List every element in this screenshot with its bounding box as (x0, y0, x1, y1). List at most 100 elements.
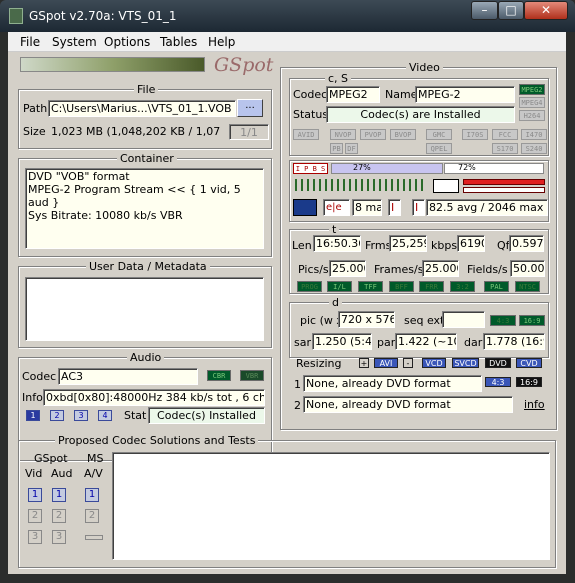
qpel-flag: QPEL (426, 143, 452, 154)
par-label: par (377, 336, 396, 349)
path-field[interactable]: C:\Users\Marius...\VTS_01_1.VOB (48, 100, 236, 117)
frame-type-ticks (295, 179, 427, 191)
audio-stream-4[interactable]: 4 (98, 410, 112, 421)
ratio-169-tag: 16:9 (519, 315, 545, 326)
ratio-43-tag: 4:3 (490, 315, 516, 326)
pics-label: Pics/s (298, 263, 329, 276)
mpeg2-tag: MPEG2 (519, 84, 545, 95)
container-line-2: MPEG-2 Program Stream << { 1 vid, 5 aud … (28, 183, 241, 209)
audio-stat-label: Stat (124, 409, 147, 422)
audio-stream-1[interactable]: 1 (26, 410, 40, 421)
pct-1-label: 27% (353, 163, 371, 172)
seq-ext-field (442, 311, 485, 328)
userdata-box (25, 277, 264, 341)
path-label: Path (23, 102, 48, 115)
resize-dvd-button[interactable]: DVD (485, 358, 511, 368)
file-group-title: File (134, 83, 159, 96)
resize-cvd-button[interactable]: CVD (516, 358, 542, 368)
mpeg4-tag: MPEG4 (519, 97, 545, 108)
video-status-label: Status (293, 108, 329, 121)
aud-row-1[interactable]: 1 (52, 488, 66, 502)
pic-field: 720 x 576 (338, 311, 395, 328)
vid-row-1[interactable]: 1 (28, 488, 42, 502)
bitrate-sep-2: I (412, 199, 425, 216)
bitrate-graph-icon[interactable] (293, 199, 317, 216)
pct-bar-1 (331, 163, 443, 174)
bitrate-sep-1: I (388, 199, 401, 216)
vbr-tag: VBR (240, 370, 264, 381)
audio-info-field: 0xbd[0x80]:48000Hz 384 kb/s tot , 6 chnl… (43, 389, 265, 406)
video-group-title: Video (406, 61, 443, 74)
resize-1-label: 1 (294, 378, 301, 391)
len-field: 16:50.360 (313, 235, 361, 252)
pvop-flag: PVOP (360, 129, 386, 140)
menu-options[interactable]: Options (104, 35, 150, 49)
proposed-results-box (112, 452, 550, 560)
playhead-icon (433, 179, 459, 193)
cbr-tag: CBR (207, 370, 231, 381)
gspot-col-label: GSpot (34, 452, 68, 465)
audio-stat-field: Codec(s) Installed (148, 407, 265, 424)
container-group-title: Container (117, 152, 177, 165)
len-label: Len (292, 239, 312, 252)
resize-svcd-button[interactable]: SVCD (452, 358, 479, 368)
minimize-button[interactable]: – (471, 1, 498, 20)
browse-button[interactable]: ... (237, 99, 263, 117)
vid-col-label: Vid (25, 467, 43, 480)
title-bar: GSpot v2.70a: VTS_01_1 – □ ✕ (0, 0, 575, 32)
sar-label: sar (294, 336, 311, 349)
info-link[interactable]: info (524, 398, 545, 411)
df-flag: DF (345, 143, 358, 154)
maximize-button[interactable]: □ (498, 1, 524, 20)
resize-minus-button[interactable]: - (403, 358, 413, 368)
ntsc-tag: NTSC (515, 281, 540, 292)
menu-system[interactable]: System (52, 35, 97, 49)
logo-strip (20, 57, 205, 72)
resizing-label: Resizing (296, 357, 342, 370)
ipbs-tag: I P B S (293, 163, 328, 174)
kbps-field: 6190 (457, 235, 485, 252)
bitrate-bar-white (463, 187, 545, 193)
menu-tables[interactable]: Tables (160, 35, 197, 49)
i470-flag: I470 (521, 129, 547, 140)
audio-stream-3[interactable]: 3 (74, 410, 88, 421)
file-group: File (18, 83, 272, 149)
resize-avi-button[interactable]: AVI (374, 358, 398, 368)
window-title: GSpot v2.70a: VTS_01_1 (29, 9, 177, 23)
vid-row-3[interactable]: 3 (28, 530, 42, 544)
ms-col-label: MS (87, 452, 104, 465)
container-line-1: DVD "VOB" format (28, 170, 130, 183)
ms-row-2[interactable]: 2 (85, 509, 99, 523)
resize-plus-button[interactable]: + (359, 358, 369, 368)
size-field: 1,023 MB (1,048,202 KB / 1,073,35 (51, 125, 221, 138)
audio-stream-2[interactable]: 2 (50, 410, 64, 421)
menu-help[interactable]: Help (208, 35, 235, 49)
resize-vcd-button[interactable]: VCD (422, 358, 446, 368)
size-label: Size (23, 125, 46, 138)
menu-file[interactable]: File (20, 35, 40, 49)
audio-info-label: Info (22, 391, 43, 404)
resize-43-button[interactable]: 4:3 (485, 377, 511, 387)
resize-2-field: None, already DVD format (303, 396, 513, 413)
frms-field: 25,259 (389, 235, 427, 252)
video-status-field: Codec(s) are Installed (326, 106, 515, 123)
aud-row-2[interactable]: 2 (52, 509, 66, 523)
i70s-flag: I70S (462, 129, 488, 140)
userdata-group-title: User Data / Metadata (86, 260, 210, 273)
resize-1-field: None, already DVD format (303, 375, 482, 392)
tff-tag: TFF (358, 281, 383, 292)
frames-label: Frames/s (374, 263, 424, 276)
app-icon (9, 8, 23, 24)
frms-label: Frms (365, 239, 392, 252)
video-name-field: MPEG-2 (415, 86, 515, 103)
close-button[interactable]: ✕ (524, 1, 568, 20)
resize-169-button[interactable]: 16:9 (516, 377, 542, 387)
video-name-label: Name (385, 88, 418, 101)
vid-row-2[interactable]: 2 (28, 509, 42, 523)
h264-tag: H264 (519, 110, 545, 121)
frames-field: 25.000 (422, 260, 459, 277)
aud-row-3[interactable]: 3 (52, 530, 66, 544)
seq-ext-label: seq ext (404, 314, 445, 327)
ms-row-1[interactable]: 1 (85, 488, 99, 502)
qf-field: 0.597 (509, 235, 544, 252)
